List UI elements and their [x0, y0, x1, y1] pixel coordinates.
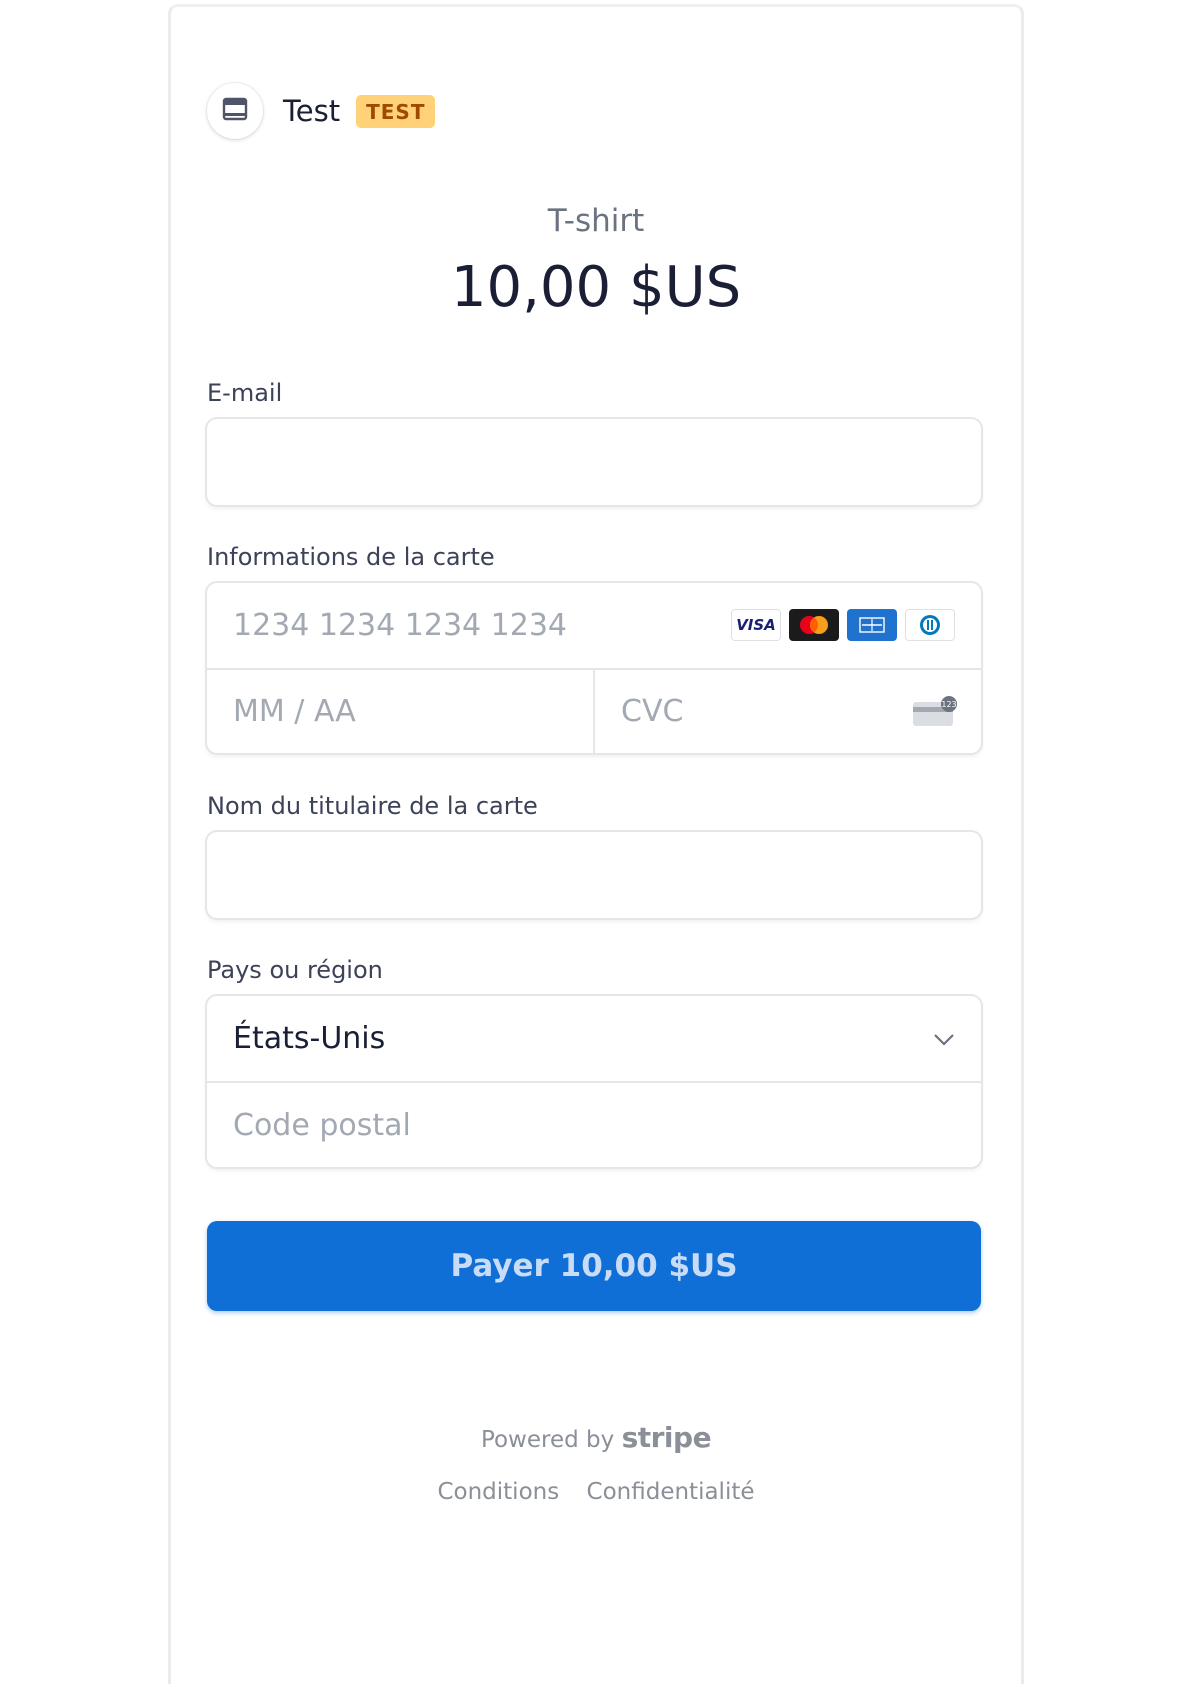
expiry-field[interactable] [207, 670, 593, 753]
cardholder-name-field[interactable] [207, 832, 981, 918]
country-selected-value: États-Unis [233, 1021, 386, 1056]
cardholder-label: Nom du titulaire de la carte [207, 792, 538, 820]
card-cvc-icon: 123 [911, 696, 959, 732]
footer-links: Conditions Confidentialité [171, 1479, 1021, 1505]
merchant-name: Test [283, 94, 341, 128]
checkout-page: Test TEST T-shirt 10,00 $US E-mail Infor… [0, 0, 1191, 1684]
postal-code-field[interactable] [207, 1083, 981, 1167]
diners-icon [905, 609, 955, 641]
country-select[interactable]: États-Unis [207, 996, 981, 1081]
cvc-icon-digits: 123 [941, 700, 956, 709]
email-label: E-mail [207, 379, 283, 407]
email-field[interactable] [207, 419, 981, 505]
test-mode-badge: TEST [356, 94, 436, 128]
email-box [207, 419, 981, 505]
mastercard-icon [789, 609, 839, 641]
product-name: T-shirt [547, 203, 645, 239]
powered-by-text: Powered by [480, 1427, 615, 1453]
card-brands: VISA [731, 609, 955, 641]
card-info-label: Informations de la carte [207, 543, 495, 571]
checkout-card: Test TEST T-shirt 10,00 $US E-mail Infor… [168, 4, 1024, 1684]
store-icon [222, 97, 248, 125]
cardholder-box [207, 832, 981, 918]
privacy-link[interactable]: Confidentialité [587, 1479, 755, 1505]
country-label: Pays ou région [207, 956, 383, 984]
amex-icon [847, 609, 897, 641]
card-info-box: VISA [207, 583, 981, 753]
product-price: 10,00 $US [450, 255, 742, 320]
powered-by-stripe[interactable]: Powered by stripe [171, 1421, 1021, 1454]
pay-button[interactable]: Payer 10,00 $US [207, 1221, 981, 1311]
country-box: États-Unis [207, 996, 981, 1167]
stripe-logo: stripe [621, 1421, 712, 1454]
merchant-avatar [207, 83, 263, 139]
visa-logo-text: VISA [736, 616, 776, 634]
chevron-down-icon [931, 1026, 957, 1056]
terms-link[interactable]: Conditions [437, 1479, 559, 1505]
visa-icon: VISA [731, 609, 781, 641]
merchant-header: Test TEST [207, 81, 436, 141]
